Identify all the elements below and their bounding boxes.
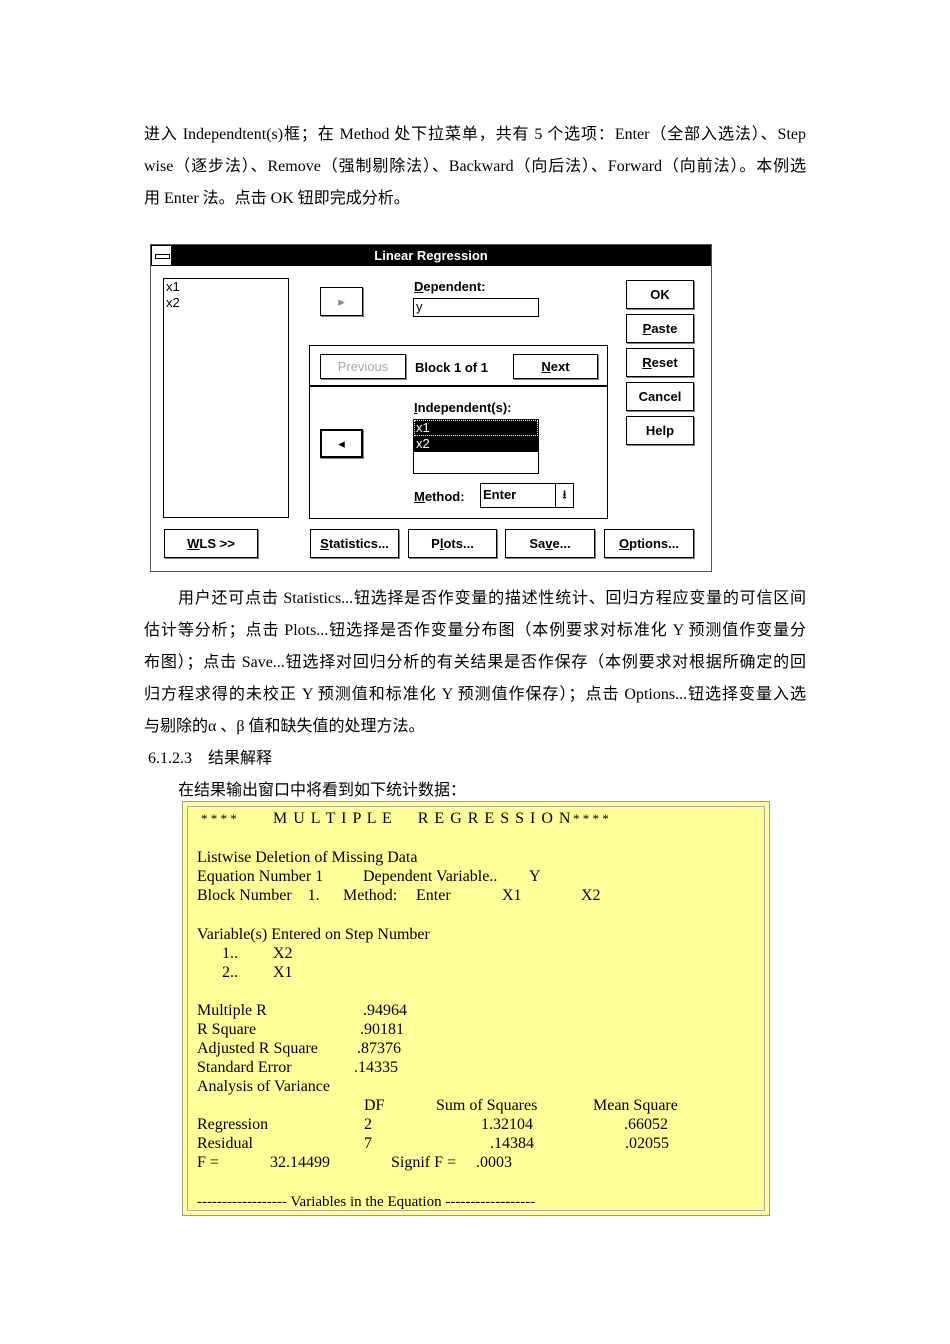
output-line: Y (529, 868, 541, 885)
output-window: * * * * M U L T I P L E R E G R E S S I … (182, 801, 770, 1216)
block-label: Block 1 of 1 (415, 360, 488, 375)
left-arrow-icon: ◂ (338, 436, 345, 451)
plots-button[interactable]: Plots... (408, 529, 497, 558)
anova-cell: 2 (364, 1116, 372, 1133)
output-line: Variable(s) Entered on Step Number (197, 926, 430, 943)
output-line: X1 (502, 887, 522, 904)
anova-cell: .14384 (490, 1135, 534, 1152)
header-stars: * * * * (201, 811, 237, 826)
output-line: 32.14499 (270, 1154, 330, 1171)
output-line: Block Number 1. (197, 887, 320, 904)
block-panel: Previous Block 1 of 1 Next ◂ Independent… (309, 345, 608, 519)
output-line: Listwise Deletion of Missing Data (197, 849, 418, 866)
options-button[interactable]: Options... (604, 529, 694, 558)
output-line: 2.. (222, 964, 238, 981)
dialog-title: Linear Regression (151, 245, 711, 266)
anova-cell: .02055 (625, 1135, 669, 1152)
move-from-independent-button[interactable]: ◂ (320, 429, 363, 458)
stat-label: Standard Error (197, 1059, 292, 1076)
stat-value: .14335 (354, 1059, 398, 1076)
output-line: Method: (343, 887, 398, 904)
stat-value: .94964 (363, 1002, 407, 1019)
intro-line: 进入 Independtent(s)框；在 Method 处下拉菜单，共有 5 … (144, 126, 806, 143)
anova-header: Sum of Squares (436, 1097, 538, 1114)
ok-button[interactable]: OK (626, 280, 694, 309)
output-line: .0003 (476, 1154, 512, 1171)
output-line: F = (197, 1154, 219, 1171)
wls-button[interactable]: WLS >> (164, 529, 258, 558)
output-footer: ------------------ Variables in the Equa… (197, 1194, 536, 1210)
source-variable-list[interactable]: x1 x2 (163, 278, 289, 518)
anova-header: Mean Square (593, 1097, 678, 1114)
list-item[interactable]: x1 (166, 279, 288, 295)
list-item[interactable]: x2 (166, 295, 288, 311)
stat-label: Multiple R (197, 1002, 267, 1019)
method-label: Method: (414, 489, 465, 504)
save-button[interactable]: Save... (505, 529, 595, 558)
next-button[interactable]: Next (513, 354, 598, 379)
stat-label: Adjusted R Square (197, 1040, 318, 1057)
anova-cell: 1.32104 (481, 1116, 533, 1133)
output-line: Signif F = (391, 1154, 457, 1171)
dependent-field[interactable]: y (413, 298, 539, 317)
divider (310, 385, 607, 387)
intro-line: wise（逐步法）、Remove（强制剔除法）、Backward（向后法）、Fo… (144, 158, 806, 175)
output-header: M U L T I P L E R E G R E S S I O N (273, 810, 572, 827)
previous-button[interactable]: Previous (320, 354, 406, 379)
stat-value: .90181 (360, 1021, 404, 1038)
output-line: X1 (273, 964, 293, 981)
output-line: 1.. (222, 945, 238, 962)
independent-list[interactable]: x1 x2 (413, 419, 539, 474)
anova-cell: 7 (364, 1135, 372, 1152)
body-line: 用户还可点击 Statistics...钮选择是否作变量的描述性统计、回归方程应… (178, 590, 806, 607)
body-line: 布图）；点击 Save...钮选择对回归分析的有关结果是否作保存（本例要求对根据… (144, 654, 806, 671)
statistics-button[interactable]: Statistics... (310, 529, 399, 558)
stat-value: .87376 (357, 1040, 401, 1057)
linear-regression-dialog: Linear Regression x1 x2 ▸ Dependent: y P… (150, 244, 712, 572)
anova-header: DF (364, 1097, 385, 1114)
anova-cell: .66052 (624, 1116, 668, 1133)
anova-cell: Residual (197, 1135, 253, 1152)
output-line: Analysis of Variance (197, 1078, 330, 1095)
output-line: X2 (273, 945, 293, 962)
system-menu-icon[interactable] (151, 245, 172, 266)
output-line: X2 (581, 887, 601, 904)
reset-button[interactable]: Reset (626, 348, 694, 377)
output-intro: 在结果输出窗口中将看到如下统计数据： (178, 782, 467, 799)
body-line: 归方程求得的未校正 Y 预测值和标准化 Y 预测值作保存）；点击 Options… (144, 686, 806, 703)
help-button[interactable]: Help (626, 416, 694, 445)
right-arrow-icon: ▸ (338, 294, 345, 309)
dependent-label: Dependent: (414, 279, 486, 294)
intro-line: 用 Enter 法。点击 OK 钮即完成分析。 (144, 190, 410, 207)
output-line: Dependent Variable.. (363, 868, 498, 885)
output-line: Enter (416, 887, 451, 904)
list-item[interactable]: x1 (414, 420, 538, 436)
paste-button[interactable]: Paste (626, 314, 694, 343)
body-line: 估计等分析；点击 Plots...钮选择是否作变量分布图（本例要求对标准化 Y … (144, 622, 806, 639)
body-line: 与剔除的α 、β 值和缺失值的处理方法。 (144, 718, 425, 735)
stat-label: R Square (197, 1021, 257, 1038)
method-select[interactable]: Enter ⭳ (480, 483, 574, 508)
anova-cell: Regression (197, 1116, 269, 1133)
method-value: Enter (483, 487, 517, 502)
document-page: 进入 Independtent(s)框；在 Method 处下拉菜单，共有 5 … (0, 0, 950, 1344)
dropdown-arrow-icon[interactable]: ⭳ (555, 484, 573, 507)
list-item[interactable]: x2 (414, 436, 538, 452)
output-line: Equation Number 1 (197, 868, 324, 885)
header-stars: * * * * (573, 811, 609, 826)
cancel-button[interactable]: Cancel (626, 382, 694, 411)
section-heading: 6.1.2.3 结果解释 (148, 750, 273, 767)
move-to-dependent-button[interactable]: ▸ (320, 287, 363, 316)
independent-label: Independent(s): (414, 400, 512, 415)
